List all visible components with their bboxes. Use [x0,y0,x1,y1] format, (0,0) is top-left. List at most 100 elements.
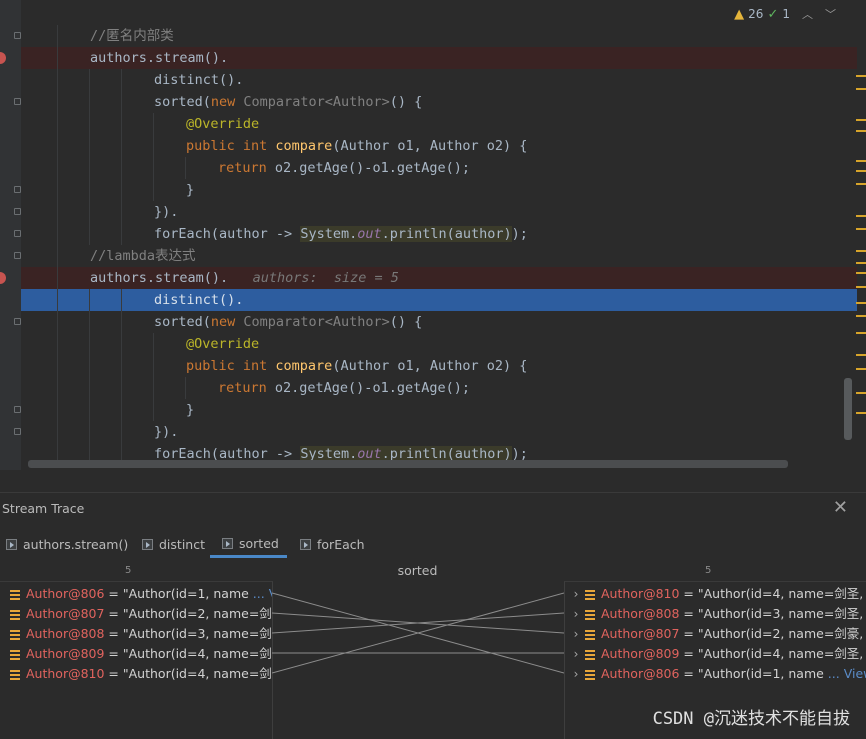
warning-marker[interactable] [856,183,866,185]
tab-foreach[interactable]: forEach [300,531,365,557]
warning-marker[interactable] [856,272,866,274]
previous-highlight-icon[interactable]: ︿ [802,6,813,22]
trace-value-row[interactable]: › Author@806 = "Author(id=1, name ... Vie… [567,664,866,684]
trace-value-row[interactable]: › Author@809 = "Author(id=4, name=剑圣, a [567,644,866,664]
warning-marker[interactable] [856,119,866,121]
vertical-scrollbar-thumb[interactable] [844,378,852,440]
code-line[interactable]: authors.stream(). [21,47,857,69]
indent-guide [57,355,58,377]
code-token: ); [511,226,528,242]
breakpoint-icon[interactable] [0,52,6,64]
next-highlight-icon[interactable]: ﹀ [825,6,836,22]
trace-value-row[interactable]: Author@810 = "Author(id=4, name=剑圣, a [10,664,272,684]
fold-icon[interactable] [14,406,21,413]
code-line[interactable]: @Override [21,113,857,135]
code-token: out [357,226,382,242]
trace-value-row[interactable]: Author@806 = "Author(id=1, name ... View [10,584,272,604]
code-line[interactable]: forEach(author -> System.out.println(aut… [21,223,857,245]
code-line[interactable]: sorted(new Comparator<Author>() { [21,91,857,113]
editor-gutter[interactable] [0,0,21,470]
code-line[interactable]: //匿名内部类 [21,25,857,47]
warning-marker[interactable] [856,315,866,317]
code-line[interactable]: }). [21,201,857,223]
object-reference: Author@810 [601,586,680,601]
trace-value-row[interactable]: › Author@810 = "Author(id=4, name=剑圣, a [567,584,866,604]
fold-icon[interactable] [14,230,21,237]
warning-marker[interactable] [856,332,866,334]
warning-marker[interactable] [856,392,866,394]
close-icon[interactable]: ✕ [833,497,848,518]
warning-marker[interactable] [856,262,866,264]
indent-guide [121,69,122,91]
indent-guide [121,157,122,179]
warning-marker[interactable] [856,170,866,172]
expand-chevron-icon[interactable]: › [567,604,585,624]
code-line[interactable]: return o2.getAge()-o1.getAge(); [21,157,857,179]
fold-icon[interactable] [14,318,21,325]
horizontal-scrollbar[interactable] [28,460,788,468]
warning-marker[interactable] [856,250,866,252]
expand-chevron-icon[interactable]: › [567,584,585,604]
fold-icon[interactable] [14,252,21,259]
tab-label: authors.stream() [23,536,129,552]
trace-value-row[interactable]: Author@807 = "Author(id=2, name=剑豪, a [10,604,272,624]
warning-marker[interactable] [856,88,866,90]
warning-marker[interactable] [856,228,866,230]
tab-sorted[interactable]: sorted [210,531,287,558]
code-line[interactable]: }). [21,421,857,443]
trace-value-row[interactable]: › Author@808 = "Author(id=3, name=剑圣, a [567,604,866,624]
input-values-list[interactable]: Author@806 = "Author(id=1, name ... View… [0,581,273,739]
indent-guide [89,91,90,113]
code-token: authors.stream(). [90,270,253,286]
indent-guide [57,289,58,311]
code-line[interactable]: } [21,179,857,201]
view-link[interactable]: ... View [824,666,866,681]
code-line[interactable]: @Override [21,333,857,355]
indent-guide [57,135,58,157]
code-line[interactable]: public int compare(Author o1, Author o2)… [21,355,857,377]
tab-authors-stream[interactable]: authors.stream() [6,531,128,557]
fold-icon[interactable] [14,208,21,215]
trace-value-row[interactable]: Author@808 = "Author(id=3, name=剑圣, a [10,624,272,644]
code-token: sorted( [154,314,211,330]
fold-icon[interactable] [14,186,21,193]
warning-marker[interactable] [856,368,866,370]
code-line[interactable]: return o2.getAge()-o1.getAge(); [21,377,857,399]
fold-icon[interactable] [14,32,21,39]
view-link[interactable]: ... View [249,586,272,601]
code-text: } [186,399,194,421]
object-reference: Author@810 [26,666,105,681]
expand-chevron-icon[interactable]: › [567,664,585,684]
warning-marker[interactable] [856,412,866,414]
error-stripe[interactable] [856,28,866,468]
code-line[interactable]: distinct(). [21,69,857,91]
code-line[interactable]: distinct(). [21,289,857,311]
warning-marker[interactable] [856,75,866,77]
warning-marker[interactable] [856,130,866,132]
expand-chevron-icon[interactable]: › [567,624,585,644]
expand-chevron-icon[interactable]: › [567,644,585,664]
warning-marker[interactable] [856,354,866,356]
trace-value-row[interactable]: Author@809 = "Author(id=4, name=剑圣, a [10,644,272,664]
warning-marker[interactable] [856,215,866,217]
warning-marker[interactable] [856,302,866,304]
trace-value-row[interactable]: › Author@807 = "Author(id=2, name=剑豪, a [567,624,866,644]
fold-icon[interactable] [14,428,21,435]
inspection-widget[interactable]: ▲ 26 ✓ 1 ︿ ﹀ [734,4,836,24]
code-line[interactable]: //lambda表达式 [21,245,857,267]
fold-icon[interactable] [14,98,21,105]
code-line[interactable]: authors.stream(). authors: size = 5 [21,267,857,289]
code-line[interactable]: } [21,399,857,421]
code-line[interactable]: public int compare(Author o1, Author o2)… [21,135,857,157]
code-editor[interactable]: //匿名内部类 authors.stream(). distinct(). sorte… [0,0,866,470]
warning-marker[interactable] [856,286,866,288]
breakpoint-icon[interactable] [0,272,6,284]
tab-distinct[interactable]: distinct [142,531,205,557]
warning-marker[interactable] [856,160,866,162]
indent-guide [153,377,154,399]
code-line[interactable]: sorted(new Comparator<Author>() { [21,311,857,333]
object-value: = "Author(id=4, name=剑圣, a [679,586,866,601]
object-list-icon [10,609,20,620]
object-list-icon [585,649,595,660]
code-token: authors: size = 5 [252,270,399,286]
